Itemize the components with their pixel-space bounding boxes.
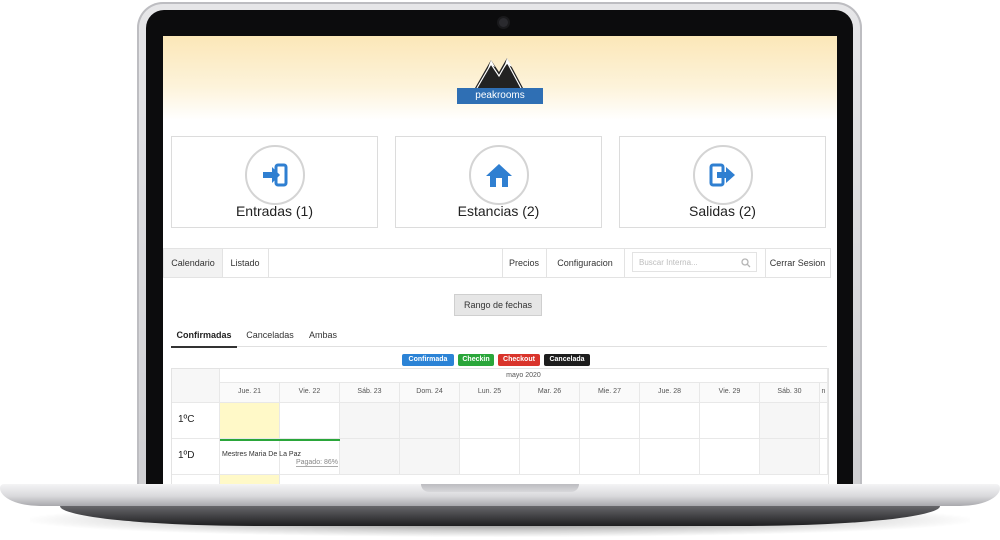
laptop-notch bbox=[421, 484, 579, 492]
day-header: Jue. 28 bbox=[640, 383, 700, 403]
calendar-cell[interactable] bbox=[820, 403, 828, 439]
summary-cards: Entradas (1) Estancias (2) Salidas (2) bbox=[171, 136, 829, 228]
calendar-cell[interactable] bbox=[460, 403, 520, 439]
room-label bbox=[172, 475, 220, 484]
estancias-label: Estancias (2) bbox=[457, 203, 540, 219]
day-header: Dom. 24 bbox=[400, 383, 460, 403]
calendar-cell[interactable] bbox=[400, 439, 460, 475]
entradas-icon-circle bbox=[245, 145, 305, 205]
entradas-label: Entradas (1) bbox=[235, 203, 314, 219]
legend-checkout: Checkout bbox=[498, 354, 540, 366]
booking-status-tabs: Confirmadas Canceladas Ambas bbox=[171, 324, 827, 348]
estancias-icon-circle bbox=[469, 145, 529, 205]
calendar-cell[interactable] bbox=[520, 439, 580, 475]
salidas-label: Salidas (2) bbox=[689, 203, 756, 219]
calendar-cell[interactable] bbox=[760, 403, 820, 439]
calendar-cell[interactable] bbox=[220, 403, 280, 439]
estancias-card[interactable]: Estancias (2) bbox=[395, 136, 602, 228]
booking-bar[interactable]: Mestres Maria De La Paz Pagado: 86% bbox=[220, 439, 340, 471]
main-navbar: Calendario Listado Precios Configuracion… bbox=[163, 248, 831, 278]
nav-precios[interactable]: Precios bbox=[502, 249, 546, 277]
nav-calendario[interactable]: Calendario bbox=[164, 249, 222, 277]
app-screen: peakrooms Entradas (1) Estancias (2) Sal… bbox=[163, 36, 837, 484]
entradas-card[interactable]: Entradas (1) bbox=[171, 136, 378, 228]
calendar-cell[interactable] bbox=[220, 475, 280, 484]
calendar-cell[interactable] bbox=[700, 439, 760, 475]
mountain-icon bbox=[475, 58, 523, 89]
month-header: mayo 2020 bbox=[220, 369, 828, 383]
home-icon bbox=[486, 164, 512, 187]
calendar-cell[interactable] bbox=[280, 403, 340, 439]
camera-icon bbox=[499, 18, 508, 27]
calendar-cell[interactable] bbox=[640, 439, 700, 475]
day-header: n bbox=[820, 383, 828, 403]
booking-guest: Mestres Maria De La Paz bbox=[222, 451, 301, 458]
calendar-cell[interactable] bbox=[340, 403, 400, 439]
salidas-icon-circle bbox=[693, 145, 753, 205]
booking-paid: Pagado: 86% bbox=[295, 459, 338, 467]
calendar-cell[interactable] bbox=[520, 403, 580, 439]
day-header: Mar. 26 bbox=[520, 383, 580, 403]
calendar-cell[interactable] bbox=[460, 439, 520, 475]
calendar-cell[interactable] bbox=[580, 403, 640, 439]
search-icon[interactable] bbox=[741, 258, 751, 268]
calendar-cell[interactable] bbox=[700, 403, 760, 439]
tab-canceladas[interactable]: Canceladas bbox=[245, 324, 295, 346]
day-header: Vie. 29 bbox=[700, 383, 760, 403]
calendar-cell[interactable] bbox=[340, 439, 400, 475]
room-label: 1ºD bbox=[172, 439, 220, 475]
day-header: Sáb. 30 bbox=[760, 383, 820, 403]
grid-corner bbox=[172, 369, 220, 403]
tab-confirmadas[interactable]: Confirmadas bbox=[171, 324, 237, 348]
nav-divider bbox=[624, 249, 625, 277]
calendar-grid: mayo 2020 Jue. 21 Vie. 22 Sáb. 23 Dom. 2… bbox=[171, 368, 829, 484]
nav-cerrar-sesion[interactable]: Cerrar Sesion bbox=[765, 249, 830, 277]
nav-divider bbox=[268, 249, 269, 277]
day-header: Lun. 25 bbox=[460, 383, 520, 403]
salidas-card[interactable]: Salidas (2) bbox=[619, 136, 826, 228]
legend-checkin: Checkin bbox=[458, 354, 494, 366]
legend-cancelada: Cancelada bbox=[544, 354, 590, 366]
search-input[interactable]: Buscar Interna... bbox=[632, 252, 757, 272]
calendar-cell[interactable] bbox=[400, 403, 460, 439]
laptop-base-bottom bbox=[60, 504, 940, 526]
day-header: Mie. 27 bbox=[580, 383, 640, 403]
app-header: peakrooms bbox=[163, 36, 837, 120]
legend-confirmada: Confirmada bbox=[402, 354, 454, 366]
nav-listado[interactable]: Listado bbox=[222, 249, 268, 277]
logo-text: peakrooms bbox=[457, 88, 543, 104]
room-label: 1ºC bbox=[172, 403, 220, 439]
day-header: Sáb. 23 bbox=[340, 383, 400, 403]
calendar-cell[interactable] bbox=[760, 439, 820, 475]
sign-in-icon bbox=[263, 163, 288, 187]
peakrooms-logo[interactable]: peakrooms bbox=[457, 52, 543, 108]
date-range-button[interactable]: Rango de fechas bbox=[454, 294, 542, 316]
day-header: Jue. 21 bbox=[220, 383, 280, 403]
nav-configuracion[interactable]: Configuracion bbox=[546, 249, 624, 277]
day-header: Vie. 22 bbox=[280, 383, 340, 403]
calendar-cell[interactable] bbox=[640, 403, 700, 439]
sign-out-icon bbox=[709, 163, 735, 187]
tab-ambas[interactable]: Ambas bbox=[305, 324, 341, 346]
calendar-cell[interactable] bbox=[580, 439, 640, 475]
calendar-cell[interactable] bbox=[820, 439, 828, 475]
